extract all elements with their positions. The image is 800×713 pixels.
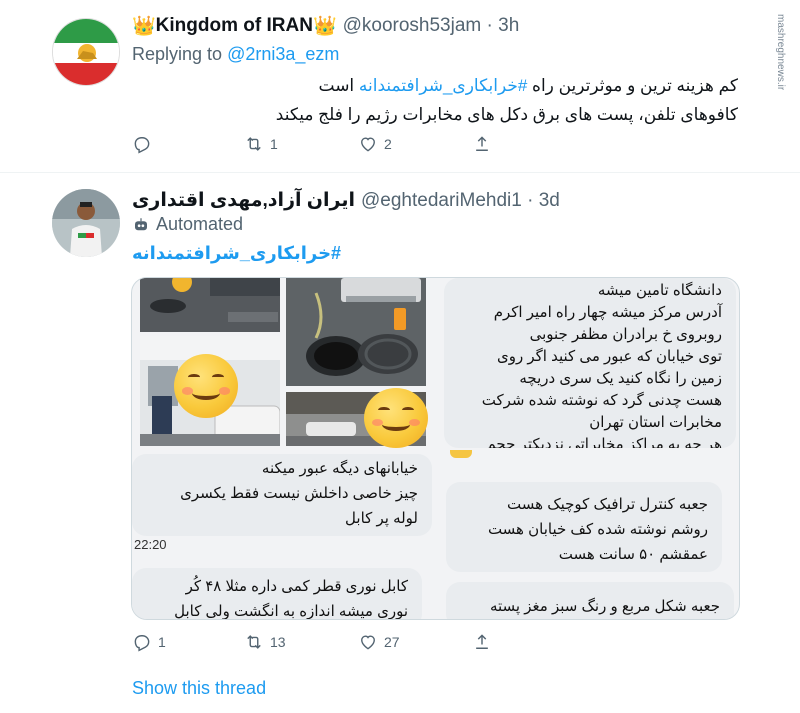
chat-line: هست چدنی گرد که نوشته شده شرکت	[481, 392, 722, 409]
tweet-text: کم هزینه ترین و موثرترین راه #خرابکاری_ش…	[276, 71, 738, 129]
automated-label: Automated	[132, 214, 243, 235]
tweet-line: کم هزینه ترین و موثرترین راه #خرابکاری_ش…	[276, 71, 739, 100]
replying-prefix: Replying to	[132, 44, 223, 64]
robot-icon	[135, 217, 147, 230]
chat-line: روشم نوشته شده کف خیابان هست	[487, 521, 708, 538]
chat-message: دانشگاه تامین میشه آدرس مرکز میشه چهار ر…	[444, 278, 736, 448]
chat-line: دانشگاه تامین میشه	[597, 282, 722, 299]
display-name[interactable]: Kingdom of IRAN	[156, 15, 313, 37]
hashtag-link[interactable]: #خرابکاری_شرافتمندانه	[132, 243, 341, 264]
chat-message: جعبه کنترل ترافیک کوچیک هست روشم نوشته ش…	[446, 482, 722, 572]
reaction-emoji	[450, 450, 472, 458]
chat-line: چیز خاصی داخلش نیست فقط یکسری	[180, 485, 418, 502]
automated-text: Automated	[156, 214, 244, 234]
smiley-emoji	[174, 354, 238, 418]
hashtag-link[interactable]: #خرابکاری_شرافتمندانه	[359, 76, 527, 95]
reply-icon	[134, 137, 150, 154]
like-count: 27	[384, 634, 400, 650]
tweet-header: 👑 Kingdom of IRAN 👑 @koorosh53jam · 3h	[132, 14, 519, 38]
chat-line: روبروی خ برادران مظفر جنوبی	[529, 326, 722, 343]
chat-line: زمین را نگاه کنید یک سری دریچه	[519, 370, 722, 387]
tweet-actions: 1 2	[132, 134, 492, 158]
tweet-line-after: است	[318, 76, 355, 95]
like-button[interactable]: 27	[358, 632, 400, 652]
crown-emoji: 👑	[312, 16, 337, 37]
share-button[interactable]	[472, 134, 492, 154]
retweet-count: 13	[270, 634, 286, 650]
like-button[interactable]: 2	[358, 134, 392, 154]
user-handle[interactable]: @eghtedariMehdi1 · 3d	[361, 190, 560, 212]
reply-button[interactable]: 1	[132, 632, 166, 652]
photo-street-top	[140, 278, 280, 332]
tweet-actions: 1 13 27	[132, 632, 492, 656]
retweet-icon	[247, 137, 261, 151]
message-time: 22:20	[134, 537, 167, 552]
like-icon	[361, 137, 375, 152]
chat-line: نوری میشه اندازه به انگشت ولی کابل	[174, 603, 408, 620]
chat-line: آدرس مرکز میشه چهار راه امیر اکرم	[493, 304, 722, 321]
share-icon	[476, 136, 488, 151]
photo-manhole	[286, 278, 426, 386]
replying-to: Replying to @2rni3a_ezm	[132, 44, 339, 65]
avatar[interactable]	[52, 18, 120, 86]
share-icon	[476, 634, 488, 649]
chat-line: لوله پر کابل	[345, 510, 418, 527]
display-name[interactable]: ایران آزاد,مهدی اقتداری	[132, 189, 355, 212]
replying-to-link[interactable]: @2rni3a_ezm	[227, 44, 339, 64]
chat-line: توی خیابان که عبور می کنید اگر روی	[496, 348, 722, 365]
retweet-icon	[247, 635, 261, 649]
retweet-button[interactable]: 1	[244, 134, 278, 154]
chat-message: خیابانهای دیگه عبور میکنه چیز خاصی داخلش…	[132, 454, 432, 536]
user-handle[interactable]: @koorosh53jam · 3h	[343, 15, 520, 37]
reply-icon	[134, 635, 150, 652]
retweet-button[interactable]: 13	[244, 632, 286, 652]
chat-line: خیابانهای دیگه عبور میکنه	[261, 460, 418, 477]
smiley-emoji	[364, 388, 428, 448]
tweet-media[interactable]: دانشگاه تامین میشه آدرس مرکز میشه چهار ر…	[131, 277, 740, 620]
chat-line: هر چه به مراکز مخابراتی نزدیکتر حجم	[486, 436, 722, 448]
chat-line: عمقشم ۵۰ سانت هست	[558, 546, 708, 563]
tweet-line-before: کم هزینه ترین و موثرترین راه	[532, 76, 738, 95]
avatar[interactable]	[52, 189, 120, 257]
chat-message: کابل نوری قطر کمی داره مثلا ۴۸ کُر نوری …	[132, 568, 422, 620]
reply-button[interactable]	[132, 134, 158, 154]
tweet-header: ایران آزاد,مهدی اقتداری @eghtedariMehdi1…	[132, 189, 560, 212]
tweet-1[interactable]: 👑 Kingdom of IRAN 👑 @koorosh53jam · 3h R…	[0, 0, 800, 172]
chat-line: جعبه کنترل ترافیک کوچیک هست	[507, 496, 708, 513]
chat-line: کابل نوری قطر کمی داره مثلا ۴۸ کُر	[185, 578, 408, 595]
tweet-line: کافوهای تلفن، پست های برق دکل های مخابرا…	[275, 105, 738, 124]
retweet-count: 1	[270, 136, 278, 152]
reply-count: 1	[158, 634, 166, 650]
crown-emoji: 👑	[132, 16, 156, 37]
chat-line: مخابرات استان تهران	[589, 414, 722, 431]
like-icon	[361, 635, 375, 650]
show-thread-link[interactable]: Show this thread	[132, 678, 266, 699]
chat-line: جعبه شکل مربع و رنگ سبز مغز پسته	[489, 598, 720, 615]
like-count: 2	[384, 136, 392, 152]
share-button[interactable]	[472, 632, 492, 652]
chat-message: جعبه شکل مربع و رنگ سبز مغز پسته	[446, 582, 734, 619]
